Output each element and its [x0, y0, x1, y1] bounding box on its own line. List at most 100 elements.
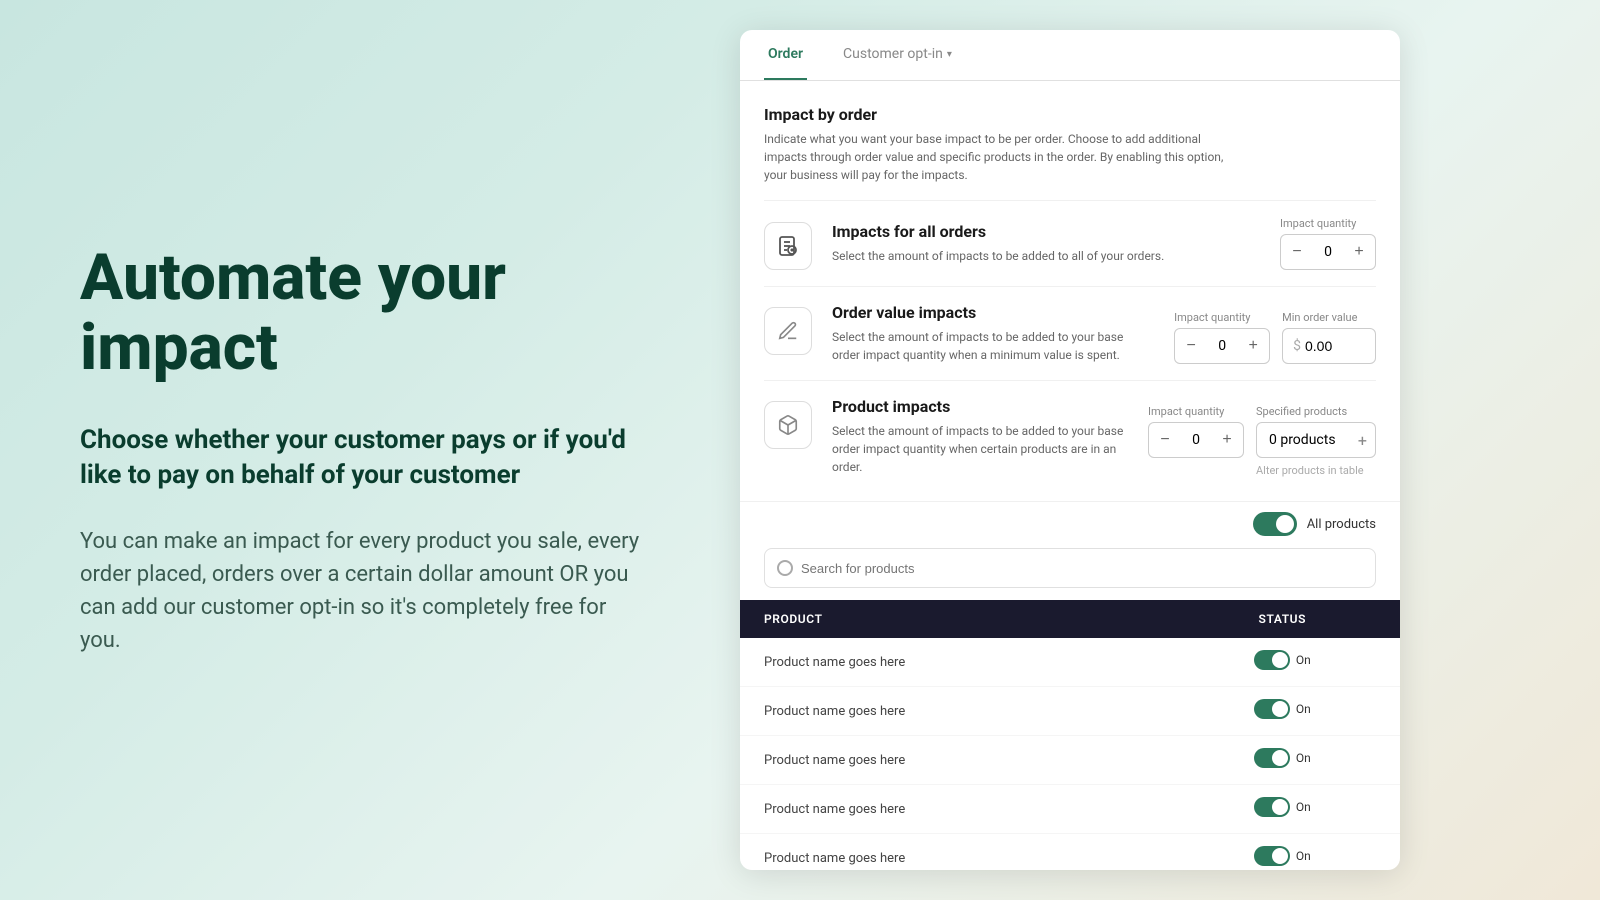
toggle-thumb: [1276, 515, 1294, 533]
table-row: Product name goes here On: [740, 736, 1400, 785]
table-row: Product name goes here On: [740, 687, 1400, 736]
all-orders-title: Impacts for all orders: [832, 222, 1260, 241]
product-status-cell: On: [1165, 687, 1400, 736]
status-toggle-group: On: [1254, 650, 1311, 670]
status-label: On: [1296, 702, 1311, 716]
all-orders-icon: [764, 222, 812, 270]
currency-symbol: $: [1293, 338, 1301, 354]
order-value-content: Order value impacts Select the amount of…: [832, 303, 1154, 364]
product-status-cell: On: [1165, 785, 1400, 834]
order-value-qty-value: 0: [1207, 338, 1237, 354]
tab-bar: Order Customer opt-in ▾: [740, 30, 1400, 81]
product-name-cell: Product name goes here: [740, 785, 1165, 834]
status-label: On: [1296, 800, 1311, 814]
status-toggle-group: On: [1254, 699, 1311, 719]
min-order-input[interactable]: $: [1282, 328, 1376, 364]
product-name-cell: Product name goes here: [740, 834, 1165, 871]
status-toggle[interactable]: [1254, 650, 1290, 670]
product-impacts-controls: Impact quantity − 0 + Specified products…: [1148, 405, 1376, 477]
status-toggle-group: On: [1254, 846, 1311, 866]
status-toggle[interactable]: [1254, 748, 1290, 768]
tab-customer-optin[interactable]: Customer opt-in ▾: [839, 30, 956, 80]
product-name-cell: Product name goes here: [740, 687, 1165, 736]
product-name-cell: Product name goes here: [740, 736, 1165, 785]
all-orders-qty-group: Impact quantity − 0 +: [1280, 217, 1376, 270]
table-row: Product name goes here On: [740, 834, 1400, 871]
specified-add-btn[interactable]: +: [1358, 431, 1367, 450]
order-value-qty-plus[interactable]: +: [1237, 328, 1269, 364]
product-status-cell: On: [1165, 736, 1400, 785]
status-toggle-thumb: [1272, 750, 1288, 766]
all-orders-row: Impacts for all orders Select the amount…: [764, 200, 1376, 286]
status-toggle[interactable]: [1254, 846, 1290, 866]
headline: Automate your impact: [80, 243, 640, 384]
body-text: You can make an impact for every product…: [80, 525, 640, 657]
search-icon: [777, 560, 793, 576]
table-header-row: PRODUCT STATUS: [740, 600, 1400, 638]
status-toggle-thumb: [1272, 701, 1288, 717]
status-label: On: [1296, 653, 1311, 667]
search-input[interactable]: [801, 561, 1363, 576]
product-qty-label: Impact quantity: [1148, 405, 1244, 418]
order-value-qty-minus[interactable]: −: [1175, 328, 1207, 364]
product-qty-control: − 0 +: [1148, 422, 1244, 458]
specified-label: Specified products: [1256, 405, 1376, 418]
all-orders-qty-control: − 0 +: [1280, 234, 1376, 270]
status-label: On: [1296, 751, 1311, 765]
product-impacts-title: Product impacts: [832, 397, 1128, 416]
all-orders-qty-minus[interactable]: −: [1281, 234, 1313, 270]
all-orders-content: Impacts for all orders Select the amount…: [832, 222, 1260, 265]
status-toggle-group: On: [1254, 748, 1311, 768]
product-impacts-row: Product impacts Select the amount of imp…: [764, 380, 1376, 477]
order-value-desc: Select the amount of impacts to be added…: [832, 328, 1154, 364]
order-value-qty-control: − 0 +: [1174, 328, 1270, 364]
all-orders-qty-plus[interactable]: +: [1343, 234, 1375, 270]
table-row: Product name goes here On: [740, 785, 1400, 834]
specified-control: 0 products +: [1256, 422, 1376, 458]
order-value-row: Order value impacts Select the amount of…: [764, 286, 1376, 380]
product-name-cell: Product name goes here: [740, 638, 1165, 687]
all-products-toggle[interactable]: [1253, 512, 1297, 536]
order-value-controls: Impact quantity − 0 + Min order value $: [1174, 311, 1376, 364]
alter-text: Alter products in table: [1256, 464, 1376, 477]
product-qty-plus[interactable]: +: [1211, 422, 1243, 458]
all-orders-desc: Select the amount of impacts to be added…: [832, 247, 1260, 265]
impact-by-order-title: Impact by order: [764, 105, 1376, 124]
tab-order[interactable]: Order: [764, 30, 807, 80]
impact-by-order-section: Impact by order Indicate what you want y…: [740, 81, 1400, 502]
product-status-cell: On: [1165, 834, 1400, 871]
status-toggle-group: On: [1254, 797, 1311, 817]
product-impacts-icon: [764, 401, 812, 449]
product-status-cell: On: [1165, 638, 1400, 687]
all-products-toggle-row: All products: [740, 502, 1400, 540]
col-product: PRODUCT: [740, 600, 1165, 638]
status-toggle-thumb: [1272, 799, 1288, 815]
product-impacts-desc: Select the amount of impacts to be added…: [832, 422, 1128, 476]
min-order-value-field[interactable]: [1305, 338, 1365, 354]
all-orders-qty-label: Impact quantity: [1280, 217, 1376, 230]
order-value-title: Order value impacts: [832, 303, 1154, 322]
status-label: On: [1296, 849, 1311, 863]
min-order-label: Min order value: [1282, 311, 1376, 324]
order-value-qty-label: Impact quantity: [1174, 311, 1270, 324]
all-orders-qty-value: 0: [1313, 244, 1343, 260]
status-toggle[interactable]: [1254, 797, 1290, 817]
search-bar: [764, 548, 1376, 588]
right-panel: Order Customer opt-in ▾ Impact by order …: [740, 30, 1400, 870]
left-panel: Automate your impact Choose whether your…: [0, 183, 720, 718]
status-toggle-thumb: [1272, 848, 1288, 864]
product-qty-value: 0: [1181, 432, 1211, 448]
chevron-down-icon: ▾: [947, 49, 952, 60]
status-toggle-thumb: [1272, 652, 1288, 668]
all-products-label: All products: [1307, 517, 1376, 532]
table-row: Product name goes here On: [740, 638, 1400, 687]
specified-value: 0 products: [1269, 432, 1352, 448]
order-value-icon: [764, 307, 812, 355]
product-table: PRODUCT STATUS Product name goes here On…: [740, 600, 1400, 870]
status-toggle[interactable]: [1254, 699, 1290, 719]
product-qty-minus[interactable]: −: [1149, 422, 1181, 458]
product-impacts-content: Product impacts Select the amount of imp…: [832, 397, 1128, 476]
col-status: STATUS: [1165, 600, 1400, 638]
impact-by-order-desc: Indicate what you want your base impact …: [764, 130, 1244, 184]
subheadline: Choose whether your customer pays or if …: [80, 423, 640, 493]
